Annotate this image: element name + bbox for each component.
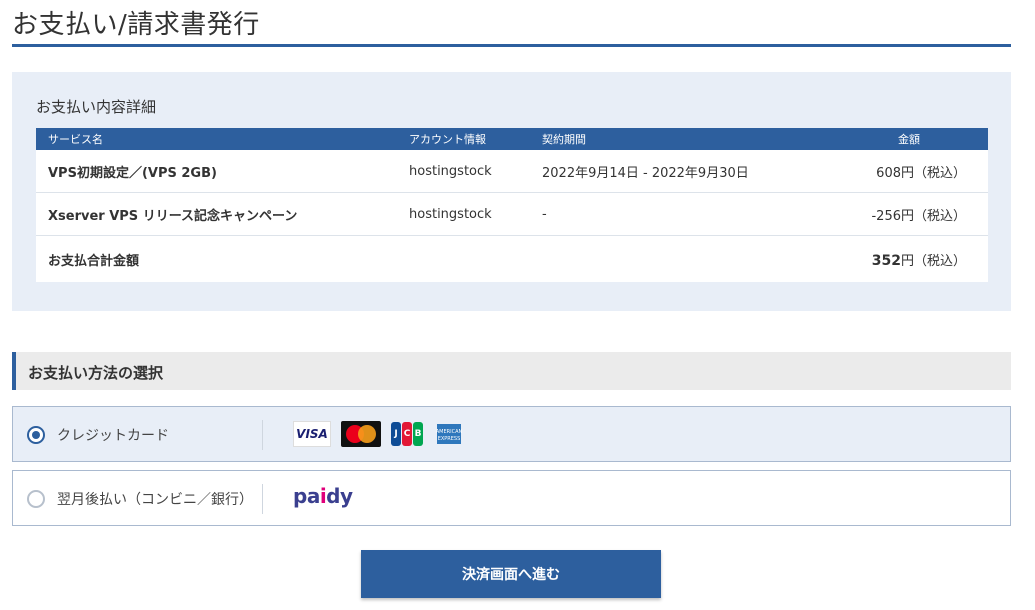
col-account: アカウント情報 [409, 133, 486, 146]
details-table: サービス名 アカウント情報 契約期間 金額 VPS初期設定／(VPS 2GB) … [36, 128, 988, 282]
jcb-icon: J C B [391, 421, 423, 447]
payment-details-panel: お支払い内容詳細 サービス名 アカウント情報 契約期間 金額 VPS初期設定／(… [12, 72, 1011, 311]
visa-icon: VISA [293, 421, 331, 447]
credit-card-radio[interactable] [27, 426, 45, 444]
service-name: Xserver VPS リリース記念キャンペーン [48, 208, 298, 224]
col-amount: 金額 [898, 133, 920, 146]
title-underline [12, 44, 1011, 47]
payment-method-heading-text: お支払い方法の選択 [28, 364, 164, 382]
details-heading: お支払い内容詳細 [36, 98, 157, 116]
payment-option-deferred[interactable]: 翌月後払い（コンビニ／銀行） paidy [12, 470, 1011, 526]
table-row: Xserver VPS リリース記念キャンペーン hostingstock - … [36, 193, 988, 236]
credit-card-label[interactable]: クレジットカード [57, 425, 169, 445]
total-label: お支払合計金額 [48, 253, 140, 269]
contract-period: - [542, 206, 547, 222]
deferred-payment-label[interactable]: 翌月後払い（コンビニ／銀行） [57, 489, 253, 509]
account-info: hostingstock [409, 206, 492, 222]
deferred-payment-radio[interactable] [27, 490, 45, 508]
table-header: サービス名 アカウント情報 契約期間 金額 [36, 128, 988, 150]
mastercard-icon [341, 421, 381, 447]
page-title: お支払い/請求書発行 [12, 10, 260, 40]
col-period: 契約期間 [542, 133, 586, 146]
total-amount-value: 352 [871, 252, 901, 269]
divider [262, 420, 263, 450]
paidy-icon: paidy [293, 484, 353, 508]
amex-icon: AMERICAN EXPRESS [436, 424, 462, 444]
total-row: お支払合計金額 352円（税込） [36, 236, 988, 282]
card-brand-logos: VISA J C B AMERICAN EXPRESS [293, 421, 462, 447]
divider [262, 484, 263, 514]
total-amount-suffix: 円（税込） [900, 253, 966, 269]
col-service: サービス名 [48, 133, 103, 146]
proceed-to-payment-button[interactable]: 決済画面へ進む [361, 550, 661, 598]
amount: 608円（税込） [876, 165, 966, 181]
table-row: VPS初期設定／(VPS 2GB) hostingstock 2022年9月14… [36, 150, 988, 193]
service-name: VPS初期設定／(VPS 2GB) [48, 165, 217, 181]
total-amount: 352円（税込） [802, 250, 988, 269]
payment-option-credit-card[interactable]: クレジットカード VISA J C B AMERICAN EXPRESS [12, 406, 1011, 462]
account-info: hostingstock [409, 163, 492, 179]
amount: -256円（税込） [871, 208, 966, 224]
payment-method-heading: お支払い方法の選択 [12, 352, 1011, 390]
contract-period: 2022年9月14日 - 2022年9月30日 [542, 165, 749, 181]
